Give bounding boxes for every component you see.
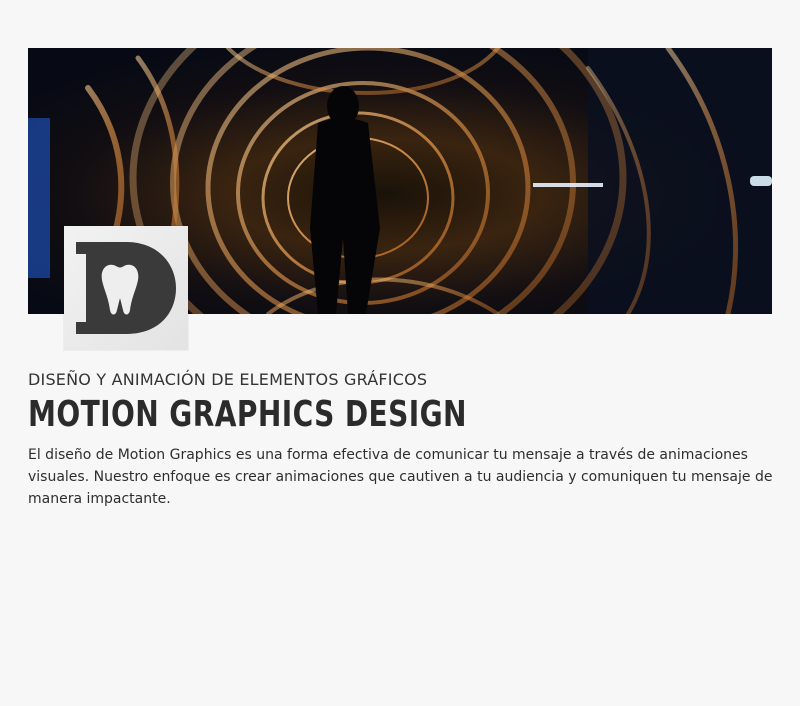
section-title: MOTION GRAPHICS DESIGN bbox=[28, 394, 467, 435]
section-description: El diseño de Motion Graphics es una form… bbox=[28, 447, 773, 507]
logo-tile bbox=[64, 226, 188, 350]
dental-logo-icon bbox=[76, 242, 176, 334]
section-subtitle: DISEÑO Y ANIMACIÓN DE ELEMENTOS GRÁFICOS bbox=[28, 370, 428, 389]
